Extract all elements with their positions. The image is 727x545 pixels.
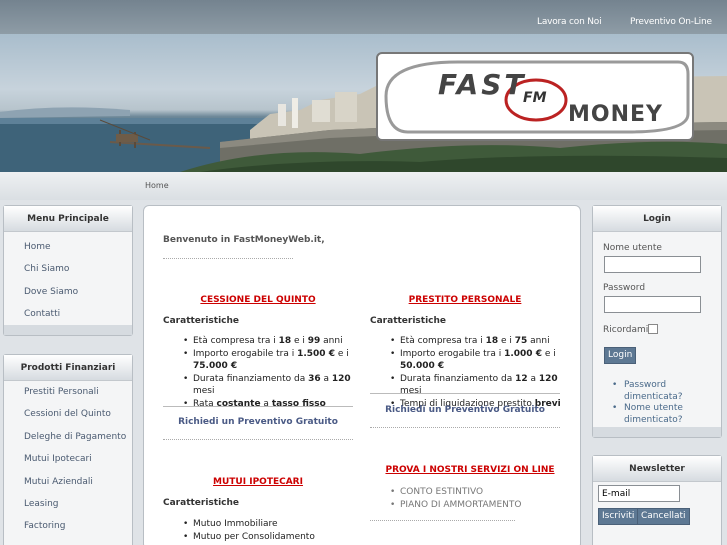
cessione-del-quinto-link[interactable]: CESSIONE DEL QUINTO xyxy=(163,295,353,305)
password-input[interactable] xyxy=(604,296,701,313)
logo-word-money: MONEY xyxy=(568,102,663,127)
menu-principale-panel: Menu Principale Home Chi Siamo Dove Siam… xyxy=(3,205,133,336)
welcome-text: Benvenuto in FastMoneyWeb.it, xyxy=(163,235,325,245)
panel-footer xyxy=(593,427,721,437)
mutui-caratteristiche-heading: Caratteristiche xyxy=(163,498,240,508)
menu-principale-title: Menu Principale xyxy=(4,206,132,232)
divider xyxy=(163,406,353,407)
fast-money-logo: FAST FM MONEY xyxy=(376,52,694,141)
list-item: Età compresa tra i 18 e i 75 anni xyxy=(390,335,580,348)
list-item: Mutuo per Consolidamento xyxy=(183,531,358,544)
divider xyxy=(163,258,293,259)
menu-item-prestiti-personali[interactable]: Prestiti Personali xyxy=(4,381,132,403)
breadcrumb-home[interactable]: Home xyxy=(145,181,169,190)
menu-item-cessioni-del-quinto[interactable]: Cessioni del Quinto xyxy=(4,403,132,425)
mutui-features-list: Mutuo Immobiliare Mutuo per Consolidamen… xyxy=(183,518,358,543)
list-item: Importo erogabile tra i 1.000 € e i 50.0… xyxy=(390,348,580,373)
breadcrumb-bar xyxy=(0,172,727,200)
nav-link-preventivo-online[interactable]: Preventivo On-Line xyxy=(630,17,712,27)
list-item-conto-estintivo[interactable]: CONTO ESTINTIVO xyxy=(390,486,570,499)
list-item: Importo erogabile tra i 1.500 € e i 75.0… xyxy=(183,348,358,373)
main-content: Benvenuto in FastMoneyWeb.it, CESSIONE D… xyxy=(143,205,581,545)
login-button[interactable]: Login xyxy=(604,347,637,364)
divider xyxy=(370,427,560,428)
prodotti-finanziari-panel: Prodotti Finanziari Prestiti Personali C… xyxy=(3,354,133,545)
header-banner: FAST FM MONEY xyxy=(0,34,727,172)
servizi-list: CONTO ESTINTIVO PIANO DI AMMORTAMENTO xyxy=(390,486,570,511)
prestito-caratteristiche-heading: Caratteristiche xyxy=(370,316,447,326)
forgot-username-link[interactable]: Nome utente dimenticato? xyxy=(612,403,722,426)
newsletter-email-input[interactable] xyxy=(598,485,680,502)
prestito-preventivo-link[interactable]: Richiedi un Preventivo Gratuito xyxy=(370,405,560,415)
password-label: Password xyxy=(603,283,646,293)
login-help-links: Password dimenticata? Nome utente diment… xyxy=(612,380,722,426)
top-navigation-bar: Lavora con Noi Preventivo On-Line xyxy=(0,0,727,34)
username-input[interactable] xyxy=(604,256,701,273)
cessione-features-list: Età compresa tra i 18 e i 99 anni Import… xyxy=(183,335,358,410)
subscribe-button[interactable]: Iscriviti xyxy=(598,508,639,525)
remember-checkbox[interactable] xyxy=(648,324,658,334)
divider xyxy=(370,520,515,521)
cessione-caratteristiche-heading: Caratteristiche xyxy=(163,316,240,326)
list-item-piano-ammortamento[interactable]: PIANO DI AMMORTAMENTO xyxy=(390,499,570,512)
prestito-features-list: Età compresa tra i 18 e i 75 anni Import… xyxy=(390,335,580,410)
nav-link-lavora-con-noi[interactable]: Lavora con Noi xyxy=(537,17,602,27)
login-title: Login xyxy=(593,206,721,232)
servizi-online-link[interactable]: PROVA I NOSTRI SERVIZI ON LINE xyxy=(370,465,570,475)
prestito-personale-link[interactable]: PRESTITO PERSONALE xyxy=(370,295,560,305)
panel-footer xyxy=(4,325,132,335)
forgot-password-link[interactable]: Password dimenticata? xyxy=(612,380,722,403)
login-panel: Login Nome utente Password Ricordami Log… xyxy=(592,205,722,438)
menu-item-home[interactable]: Home xyxy=(4,236,132,258)
prodotti-finanziari-title: Prodotti Finanziari xyxy=(4,355,132,381)
list-item: Rata costante a tasso fisso xyxy=(183,398,358,411)
logo-badge: FM xyxy=(523,90,547,106)
list-item: Durata finanziamento da 36 a 120 mesi xyxy=(183,373,358,398)
newsletter-panel: Newsletter Iscriviti Cancellati xyxy=(592,455,722,545)
divider xyxy=(370,393,560,394)
list-item: Età compresa tra i 18 e i 99 anni xyxy=(183,335,358,348)
list-item: Mutuo Immobiliare xyxy=(183,518,358,531)
newsletter-title: Newsletter xyxy=(593,456,721,482)
logo-word-fast: FAST xyxy=(438,68,527,101)
username-label: Nome utente xyxy=(603,243,662,253)
divider xyxy=(163,439,353,440)
menu-item-leasing[interactable]: Leasing xyxy=(4,493,132,515)
mutui-ipotecari-link[interactable]: MUTUI IPOTECARI xyxy=(163,477,353,487)
menu-item-mutui-ipotecari[interactable]: Mutui Ipotecari xyxy=(4,448,132,470)
remember-label: Ricordami xyxy=(603,325,649,335)
menu-item-mutui-aziendali[interactable]: Mutui Aziendali xyxy=(4,471,132,493)
menu-item-factoring[interactable]: Factoring xyxy=(4,515,132,537)
menu-item-deleghe-di-pagamento[interactable]: Deleghe di Pagamento xyxy=(4,426,132,448)
menu-item-dove-siamo[interactable]: Dove Siamo xyxy=(4,281,132,303)
menu-item-chi-siamo[interactable]: Chi Siamo xyxy=(4,258,132,280)
cessione-preventivo-link[interactable]: Richiedi un Preventivo Gratuito xyxy=(163,417,353,427)
unsubscribe-button[interactable]: Cancellati xyxy=(637,508,690,525)
menu-item-contatti[interactable]: Contatti xyxy=(4,303,132,325)
